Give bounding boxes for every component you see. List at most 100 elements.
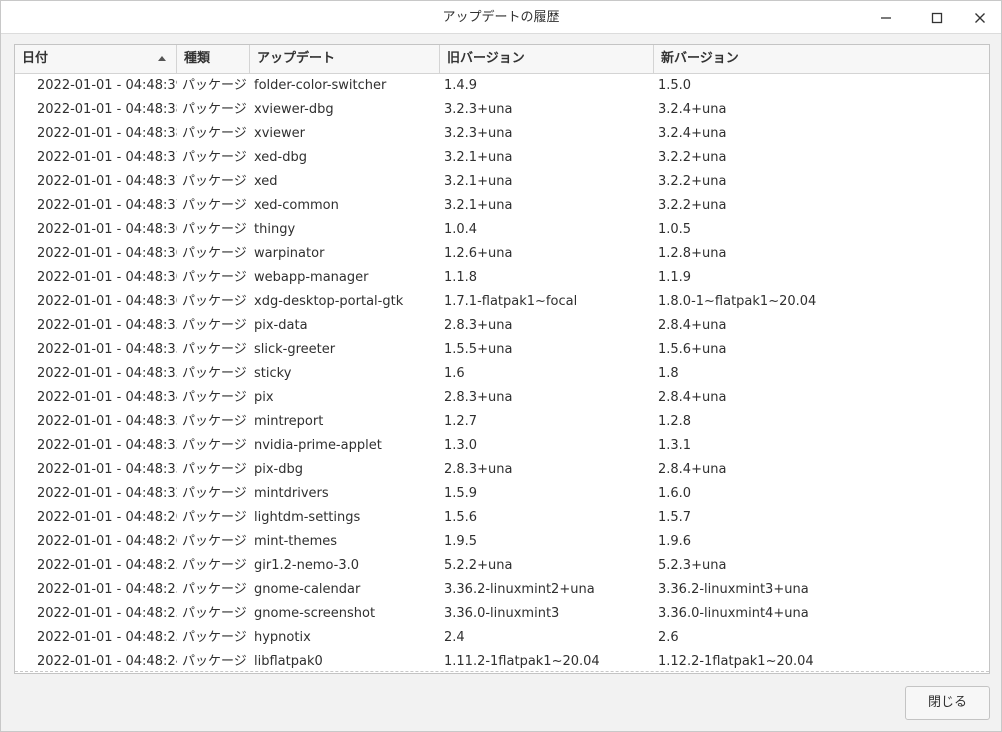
cell-date: 2022-01-01 - 04:48:25 (37, 606, 177, 621)
cell-type: パッケージ (182, 102, 247, 117)
table-row[interactable]: 2022-01-01 - 04:48:37 パッケージ xed 3.2.1+una 3.… (15, 170, 989, 194)
cell-new-version: 3.36.0-linuxmint4+una (658, 606, 809, 621)
cell-update: mint-themes (254, 534, 338, 549)
cell-old-version: 1.4.9 (444, 78, 478, 93)
cell-old-version: 1.0.4 (444, 222, 478, 237)
column-header-old-version[interactable]: 旧バージョン (440, 45, 654, 73)
close-window-button[interactable] (967, 5, 993, 31)
close-button[interactable]: 閉じる (905, 686, 990, 720)
column-header-type[interactable]: 種類 (177, 45, 250, 73)
cell-date: 2022-01-01 - 04:48:38 (37, 126, 177, 141)
cell-old-version: 1.6 (444, 366, 465, 381)
table-row[interactable]: 2022-01-01 - 04:48:36 パッケージ thingy 1.0.4 1.0… (15, 218, 989, 242)
cell-new-version: 1.2.8 (658, 414, 692, 429)
cell-date: 2022-01-01 - 04:48:26 (37, 510, 177, 525)
cell-date: 2022-01-01 - 04:48:37 (37, 174, 177, 189)
cell-old-version: 3.36.2-linuxmint2+una (444, 582, 595, 597)
cell-update: lightdm-settings (254, 510, 361, 525)
table-row[interactable]: 2022-01-01 - 04:48:33 パッケージ pix-dbg 2.8.3+u… (15, 458, 989, 482)
cell-new-version: 1.3.1 (658, 438, 692, 453)
cell-type: パッケージ (182, 558, 247, 573)
maximize-button[interactable] (924, 5, 950, 31)
cell-date: 2022-01-01 - 04:48:25 (37, 558, 177, 573)
cell-new-version: 1.8.0-1~flatpak1~20.04 (658, 294, 817, 309)
column-header-new-version[interactable]: 新バージョン (654, 45, 989, 73)
cell-type: パッケージ (182, 294, 247, 309)
table-row[interactable]: 2022-01-01 - 04:48:25 パッケージ gnome-calendar… (15, 578, 989, 602)
cell-new-version: 1.5.6+una (658, 342, 727, 357)
table-row[interactable]: 2022-01-01 - 04:48:34 パッケージ pix 2.8.3+una 2.… (15, 386, 989, 410)
table-row[interactable]: 2022-01-01 - 04:48:35 パッケージ pix-data 2.8.3+… (15, 314, 989, 338)
table-row[interactable]: 2022-01-01 - 04:48:35 パッケージ slick-greeter 1… (15, 338, 989, 362)
table-row[interactable]: 2022-01-01 - 04:48:25 パッケージ gnome-screensh… (15, 602, 989, 626)
update-history-table[interactable]: 日付 種類 アップデート 旧バージョン 新バージョン 2022-01-01 - … (14, 44, 990, 674)
cell-update: gir1.2-nemo-3.0 (254, 558, 360, 573)
cell-old-version: 3.2.3+una (444, 126, 513, 141)
cell-date: 2022-01-01 - 04:48:36 (37, 222, 177, 237)
table-row[interactable]: 2022-01-01 - 04:48:33 パッケージ nvidia-prime-a… (15, 434, 989, 458)
table-row[interactable]: 2022-01-01 - 04:48:25 パッケージ gir1.2-nemo-3.… (15, 554, 989, 578)
cell-date: 2022-01-01 - 04:48:37 (37, 198, 177, 213)
cell-old-version: 3.2.1+una (444, 198, 513, 213)
cell-new-version: 2.8.4+una (658, 462, 727, 477)
cell-update: xed-common (254, 198, 339, 213)
cell-type: パッケージ (182, 366, 247, 381)
cell-old-version: 1.2.7 (444, 414, 478, 429)
cell-date: 2022-01-01 - 04:48:39 (37, 78, 177, 93)
table-row[interactable]: 2022-01-01 - 04:48:37 パッケージ xed-common 3.2.… (15, 194, 989, 218)
cell-type: パッケージ (182, 78, 247, 93)
cell-type: パッケージ (182, 534, 247, 549)
cell-type: パッケージ (182, 414, 247, 429)
table-row[interactable]: 2022-01-01 - 04:48:36 パッケージ xdg-desktop-po… (15, 290, 989, 314)
cell-date: 2022-01-01 - 04:48:34 (37, 390, 177, 405)
table-row[interactable]: 2022-01-01 - 04:48:33 パッケージ mintreport 1.2.… (15, 410, 989, 434)
cell-update: warpinator (254, 246, 325, 261)
close-icon (975, 13, 985, 23)
cell-new-version: 1.9.6 (658, 534, 692, 549)
cell-date: 2022-01-01 - 04:48:25 (37, 630, 177, 645)
maximize-icon (931, 12, 943, 24)
table-row[interactable]: 2022-01-01 - 04:48:37 パッケージ xed-dbg 3.2.1+u… (15, 146, 989, 170)
cell-date: 2022-01-01 - 04:48:33 (37, 462, 177, 477)
cell-new-version: 1.6.0 (658, 486, 692, 501)
cell-old-version: 2.8.3+una (444, 390, 513, 405)
title-bar[interactable]: アップデートの履歴 (1, 1, 1001, 34)
cell-type: パッケージ (182, 270, 247, 285)
table-row[interactable]: 2022-01-01 - 04:48:36 パッケージ warpinator 1.2.… (15, 242, 989, 266)
cell-new-version: 3.2.2+una (658, 198, 727, 213)
cell-type: パッケージ (182, 462, 247, 477)
update-history-window: アップデートの履歴 日付 種類 アップデート 旧バージョン 新バージョン 202… (0, 0, 1002, 732)
cell-date: 2022-01-01 - 04:48:26 (37, 534, 177, 549)
cell-date: 2022-01-01 - 04:48:36 (37, 294, 177, 309)
cell-type: パッケージ (182, 390, 247, 405)
cell-old-version: 1.5.5+una (444, 342, 513, 357)
table-row[interactable]: 2022-01-01 - 04:48:38 パッケージ xviewer-dbg 3.2… (15, 98, 989, 122)
cell-old-version: 1.1.8 (444, 270, 478, 285)
cell-new-version: 1.8 (658, 366, 679, 381)
table-row[interactable]: 2022-01-01 - 04:48:26 パッケージ lightdm-settin… (15, 506, 989, 530)
table-row[interactable]: 2022-01-01 - 04:48:38 パッケージ xviewer 3.2.3+u… (15, 122, 989, 146)
table-row[interactable]: 2022-01-01 - 04:48:25 パッケージ hypnotix 2.4 2.6 (15, 626, 989, 650)
cell-old-version: 1.7.1-flatpak1~focal (444, 294, 578, 309)
table-row[interactable]: 2022-01-01 - 04:48:32 パッケージ mintdrivers 1.5… (15, 482, 989, 506)
cell-old-version: 2.8.3+una (444, 462, 513, 477)
cell-old-version: 2.8.3+una (444, 318, 513, 333)
table-row[interactable]: 2022-01-01 - 04:48:26 パッケージ mint-themes 1.9… (15, 530, 989, 554)
cell-update: pix-dbg (254, 462, 304, 477)
table-row[interactable]: 2022-01-01 - 04:48:36 パッケージ webapp-manager… (15, 266, 989, 290)
cell-type: パッケージ (182, 630, 247, 645)
cell-date: 2022-01-01 - 04:48:32 (37, 486, 177, 501)
cell-update: webapp-manager (254, 270, 369, 285)
cell-type: パッケージ (182, 510, 247, 525)
table-row[interactable]: 2022-01-01 - 04:48:39 パッケージ folder-color-s… (15, 74, 989, 98)
cell-date: 2022-01-01 - 04:48:37 (37, 150, 177, 165)
cell-type: パッケージ (182, 438, 247, 453)
cell-type: パッケージ (182, 486, 247, 501)
table-row[interactable]: 2022-01-01 - 04:48:35 パッケージ sticky 1.6 1.8 (15, 362, 989, 386)
column-header-update[interactable]: アップデート (250, 45, 440, 73)
cell-type: パッケージ (182, 222, 247, 237)
minimize-button[interactable] (873, 5, 899, 31)
cell-new-version: 3.2.2+una (658, 150, 727, 165)
column-header-date[interactable]: 日付 (15, 45, 177, 73)
cell-old-version: 3.2.1+una (444, 174, 513, 189)
